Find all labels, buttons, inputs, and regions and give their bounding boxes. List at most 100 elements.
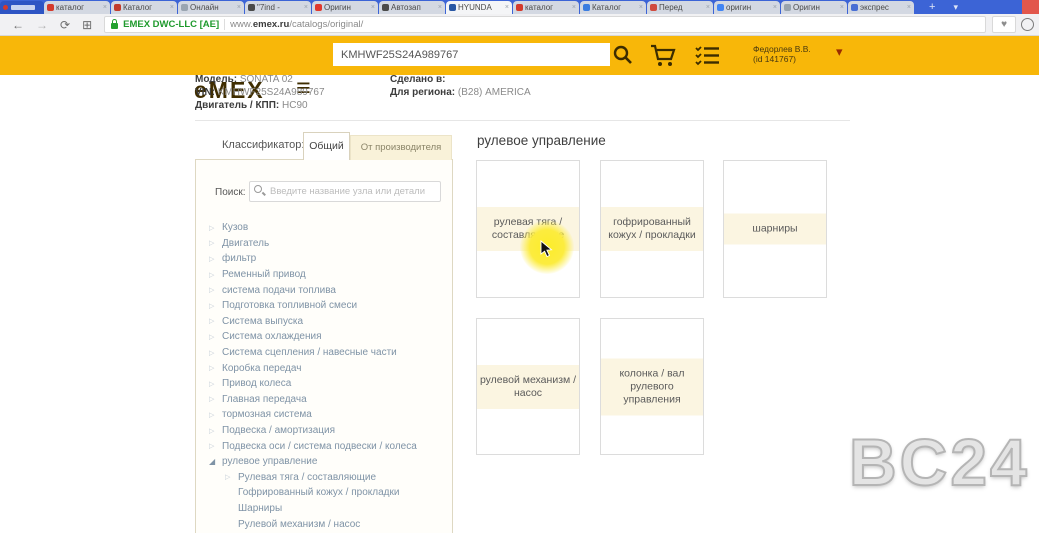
forward-icon[interactable]: →: [36, 15, 48, 35]
close-tab-icon[interactable]: ×: [572, 4, 576, 11]
url-box[interactable]: EMEX DWC-LLC [AE] www.emex.ru/catalogs/o…: [104, 16, 986, 33]
browser-tab[interactable]: Автозап×: [379, 1, 445, 14]
chevron-right-icon[interactable]: [209, 271, 222, 279]
card-rulevaya-tyaga[interactable]: рулевая тяга / составляющие: [476, 160, 580, 298]
browser-tab[interactable]: каталог×: [513, 1, 579, 14]
security-badge[interactable]: EMEX DWC-LLC [AE]: [123, 19, 219, 30]
close-tab-icon[interactable]: ×: [505, 4, 509, 11]
tree-item-podveska-osi[interactable]: Подвеска оси / система подвески / колеса: [209, 438, 451, 454]
chevron-right-icon[interactable]: [209, 286, 222, 294]
browser-tab[interactable]: Каталог×: [580, 1, 646, 14]
tab-manufacturer[interactable]: От производителя: [350, 135, 452, 160]
browser-tab[interactable]: Перед×: [647, 1, 713, 14]
tree-item-sistema-podachi-topliva[interactable]: система подачи топлива: [209, 282, 451, 298]
chevron-right-icon[interactable]: [209, 333, 222, 341]
tree-item-tormoznaya-sistema[interactable]: тормозная система: [209, 407, 451, 423]
card-sharniry[interactable]: шарниры: [723, 160, 827, 298]
close-tab-icon[interactable]: ×: [304, 4, 308, 11]
part-number-search-input[interactable]: [333, 43, 610, 66]
apps-icon[interactable]: ⊞: [82, 15, 92, 35]
cart-icon[interactable]: [649, 43, 677, 68]
chevron-expanded-icon[interactable]: [209, 457, 222, 466]
tab-favicon: [3, 5, 8, 10]
chevron-right-icon[interactable]: [209, 411, 222, 419]
tree-item-glavnaya-peredacha[interactable]: Главная передача: [209, 392, 451, 408]
background-window-tab[interactable]: [0, 1, 44, 14]
node-search-input[interactable]: [249, 181, 441, 202]
tree-item-rulevaya-tyaga[interactable]: Рулевая тяга / составляющие: [209, 470, 451, 486]
chevron-right-icon[interactable]: [209, 442, 222, 450]
close-tab-icon[interactable]: ×: [907, 4, 911, 11]
chevron-right-icon[interactable]: [209, 224, 222, 232]
new-tab-button[interactable]: +: [929, 1, 935, 14]
tree-item-sistema-ohlazhdeniya[interactable]: Система охлаждения: [209, 329, 451, 345]
chevron-right-icon[interactable]: [209, 317, 222, 325]
favicon-icon: [851, 4, 858, 11]
card-kolonka-val[interactable]: колонка / вал рулевого управления: [600, 318, 704, 455]
chevron-right-icon[interactable]: [209, 255, 222, 263]
tree-item-sharniry[interactable]: Шарниры: [209, 501, 451, 517]
tree-item-gofrirovannyy-kozhuh[interactable]: Гофрированный кожух / прокладки: [209, 485, 451, 501]
url-text[interactable]: www.emex.ru/catalogs/original/: [230, 19, 363, 30]
tree-item-sistema-scepleniya[interactable]: Система сцепления / навесные части: [209, 345, 451, 361]
back-icon[interactable]: ←: [12, 15, 24, 35]
tree-item-filtr[interactable]: фильтр: [209, 251, 451, 267]
tree-item-sistema-vypuska[interactable]: Система выпуска: [209, 314, 451, 330]
card-rulevoy-mehanizm[interactable]: рулевой механизм / насос: [476, 318, 580, 455]
close-tab-icon[interactable]: ×: [438, 4, 442, 11]
browser-tab[interactable]: Оригин×: [781, 1, 847, 14]
chevron-right-icon[interactable]: [209, 427, 222, 435]
tab-list-chevron-icon[interactable]: ▾: [953, 1, 958, 14]
search-label: Поиск:: [215, 187, 246, 198]
refresh-icon[interactable]: ⟳: [60, 15, 70, 35]
browser-tab[interactable]: Онлайн×: [178, 1, 244, 14]
chevron-down-icon[interactable]: ▾: [836, 44, 843, 60]
chevron-right-icon[interactable]: [209, 380, 222, 388]
tree-item-rulevoy-mehanizm[interactable]: Рулевой механизм / насос: [209, 516, 451, 532]
browser-tab[interactable]: каталог×: [44, 1, 110, 14]
section-title: рулевое управление: [477, 133, 606, 148]
chevron-right-icon[interactable]: [209, 364, 222, 372]
chevron-right-icon[interactable]: [209, 302, 222, 310]
browser-tab[interactable]: Оригин×: [312, 1, 378, 14]
divider: [195, 120, 850, 121]
close-tab-icon[interactable]: ×: [639, 4, 643, 11]
close-tab-icon[interactable]: ×: [773, 4, 777, 11]
tree-item-podgotovka-toplivnoy-smesi[interactable]: Подготовка топливной смеси: [209, 298, 451, 314]
close-tab-icon[interactable]: ×: [170, 4, 174, 11]
browser-tab[interactable]: Каталог×: [111, 1, 177, 14]
close-tab-icon[interactable]: ×: [371, 4, 375, 11]
tree-item-korobka-peredach[interactable]: Коробка передач: [209, 360, 451, 376]
history-icon[interactable]: [1021, 18, 1034, 31]
vehicle-vin: VIN: KMHWF25S24A989767: [195, 87, 325, 98]
window-close-button[interactable]: [1022, 0, 1039, 14]
tree-item-kuzov[interactable]: Кузов: [209, 220, 451, 236]
close-tab-icon[interactable]: ×: [840, 4, 844, 11]
favicon-icon: [717, 4, 724, 11]
tree-item-remennyy-privod[interactable]: Ременный привод: [209, 267, 451, 283]
tree-item-podveska-amortizaciya[interactable]: Подвеска / амортизация: [209, 423, 451, 439]
tab-general[interactable]: Общий: [303, 132, 350, 160]
card-gofrirovannyy-kozhuh[interactable]: гофрированный кожух / прокладки: [600, 160, 704, 298]
browser-tab[interactable]: оригин×: [714, 1, 780, 14]
close-tab-icon[interactable]: ×: [706, 4, 710, 11]
chevron-right-icon[interactable]: [209, 239, 222, 247]
address-bar: ← → ⟳ ⊞ EMEX DWC-LLC [AE] www.emex.ru/ca…: [0, 14, 1039, 36]
user-account[interactable]: Федорлев В.В. (id 141767): [753, 44, 811, 64]
browser-tab-active[interactable]: HYUNDA×: [446, 1, 512, 14]
browser-tab[interactable]: экспрес×: [848, 1, 914, 14]
chevron-right-icon[interactable]: [209, 395, 222, 403]
user-id: (id 141767): [753, 54, 811, 64]
close-tab-icon[interactable]: ×: [237, 4, 241, 11]
tree-item-rulevoe-upravlenie-expanded[interactable]: рулевое управление: [209, 454, 451, 470]
browser-tab[interactable]: "7ind -×: [245, 1, 311, 14]
orders-list-icon[interactable]: [694, 45, 720, 66]
tree-item-dvigatel[interactable]: Двигатель: [209, 236, 451, 252]
chevron-right-icon[interactable]: [209, 349, 222, 357]
chevron-right-icon[interactable]: [225, 473, 238, 481]
bookmark-heart-icon[interactable]: ♥: [992, 16, 1016, 33]
search-icon[interactable]: [612, 44, 634, 66]
close-tab-icon[interactable]: ×: [103, 4, 107, 11]
classifier-label: Классификатор:: [222, 139, 304, 151]
tree-item-privod-kolesa[interactable]: Привод колеса: [209, 376, 451, 392]
